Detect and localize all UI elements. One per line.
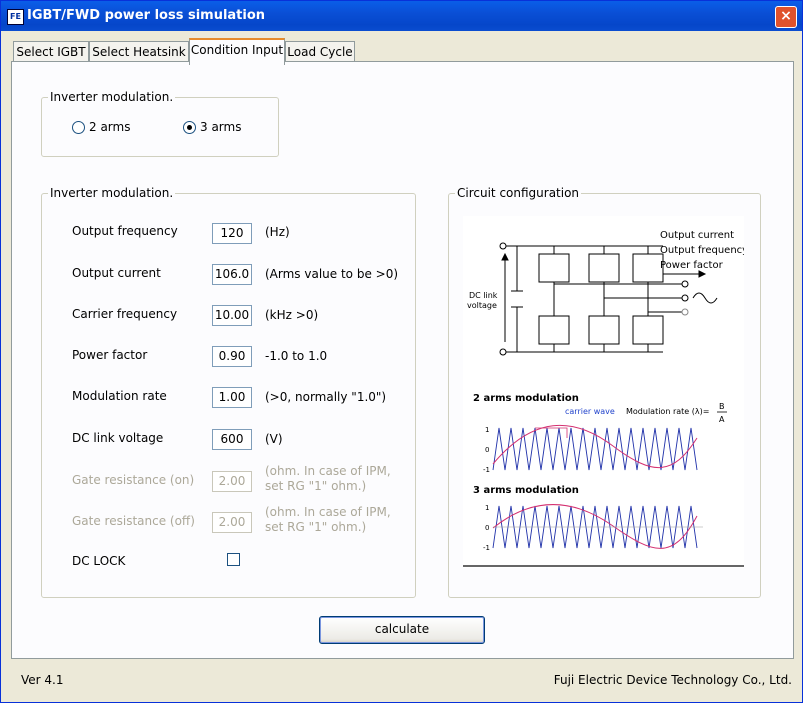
- arms2-tick-m1: -1: [483, 466, 490, 474]
- dc-link-voltage-input[interactable]: 600: [212, 429, 252, 450]
- parameters-groupbox: Inverter modulation. Output frequency 12…: [41, 186, 416, 598]
- dc-link-label: DC link: [469, 291, 498, 300]
- output-current-label: Output current: [72, 266, 161, 280]
- output-frequency-input[interactable]: 120: [212, 223, 252, 244]
- modulation-group-title: Inverter modulation.: [48, 90, 176, 104]
- main-window: FE IGBT/FWD power loss simulation × Sele…: [0, 0, 803, 703]
- circuit-diagram-svg: DC link voltage Output current Output fr…: [463, 230, 748, 567]
- close-button[interactable]: ×: [775, 6, 797, 28]
- output-frequency-label: Output frequency: [72, 224, 178, 238]
- output-current-input[interactable]: 106.0: [212, 264, 252, 285]
- tab-condition-input[interactable]: Condition Input: [189, 38, 285, 65]
- arms2-tick-0: 0: [485, 446, 489, 454]
- radio-2-arms-label[interactable]: 2 arms: [89, 120, 130, 134]
- arms3-tick-m1: -1: [483, 544, 490, 552]
- dc-link-voltage-unit: (V): [265, 432, 283, 446]
- output-frequency-unit: (Hz): [265, 225, 290, 239]
- company-label: Fuji Electric Device Technology Co., Ltd…: [553, 673, 792, 687]
- arms2-clamp-line: [535, 427, 568, 438]
- carrier-frequency-input[interactable]: 10.00: [212, 305, 252, 326]
- dc-lock-label: DC LOCK: [72, 554, 126, 568]
- radio-3-arms[interactable]: [183, 121, 196, 134]
- carrier-wave-label: carrier wave: [565, 407, 615, 416]
- gate-resistance-off-input: 2.00: [212, 512, 252, 533]
- power-factor-diagram-label: Power factor: [660, 260, 724, 271]
- fraction-b: B: [719, 402, 725, 411]
- gate-resistance-on-label: Gate resistance (on): [72, 473, 195, 487]
- power-factor-input[interactable]: 0.90: [212, 346, 252, 367]
- parameters-group-title: Inverter modulation.: [48, 186, 176, 200]
- modulation-rate-label: Modulation rate: [72, 389, 167, 403]
- arms3-title: 3 arms modulation: [473, 485, 579, 496]
- power-factor-label: Power factor: [72, 348, 148, 362]
- circuit-diagram-image: DC link voltage Output current Output fr…: [463, 216, 748, 568]
- tab-select-igbt[interactable]: Select IGBT: [13, 41, 89, 63]
- arms2-tick-1: 1: [485, 426, 489, 434]
- modulation-groupbox: Inverter modulation. 2 arms 3 arms: [41, 90, 279, 157]
- title-bar[interactable]: FE IGBT/FWD power loss simulation ×: [1, 1, 802, 31]
- gate-resistance-off-unit-line2: set RG "1" ohm.): [265, 520, 367, 534]
- voltage-label: voltage: [467, 301, 497, 310]
- gate-resistance-on-unit-line1: (ohm. In case of IPM,: [265, 464, 391, 478]
- carrier-frequency-unit: (kHz >0): [265, 308, 319, 322]
- carrier-frequency-label: Carrier frequency: [72, 307, 178, 321]
- gate-resistance-off-label: Gate resistance (off): [72, 514, 195, 528]
- radio-2-arms[interactable]: [72, 121, 85, 134]
- fraction-a: A: [719, 415, 725, 424]
- calculate-button[interactable]: calculate: [319, 616, 485, 644]
- radio-3-arms-label[interactable]: 3 arms: [200, 120, 241, 134]
- dc-link-voltage-label: DC link voltage: [72, 431, 164, 445]
- arms3-tick-1: 1: [485, 504, 489, 512]
- output-current-diagram-label: Output current: [660, 230, 734, 241]
- output-current-unit: (Arms value to be >0): [265, 267, 399, 281]
- modulation-rate-formula: Modulation rate (λ)=: [626, 407, 709, 416]
- gate-resistance-on-input: 2.00: [212, 471, 252, 492]
- circuit-group-title: Circuit configuration: [455, 186, 582, 200]
- modulation-rate-input[interactable]: 1.00: [212, 387, 252, 408]
- app-icon: FE: [7, 9, 24, 25]
- window-title: IGBT/FWD power loss simulation: [27, 8, 266, 23]
- tab-load-cycle[interactable]: Load Cycle: [285, 41, 355, 63]
- tab-select-heatsink[interactable]: Select Heatsink: [89, 41, 189, 63]
- arms2-title: 2 arms modulation: [473, 393, 579, 404]
- modulation-rate-unit: (>0, normally "1.0"): [265, 390, 387, 404]
- arms3-tick-0: 0: [485, 524, 489, 532]
- dc-lock-checkbox[interactable]: [227, 553, 240, 566]
- gate-resistance-on-unit-line2: set RG "1" ohm.): [265, 479, 367, 493]
- radio-selected-dot: [187, 125, 192, 130]
- version-label: Ver 4.1: [21, 673, 64, 687]
- gate-resistance-off-unit-line1: (ohm. In case of IPM,: [265, 505, 391, 519]
- output-frequency-diagram-label: Output frequency: [660, 245, 744, 256]
- power-factor-unit: -1.0 to 1.0: [265, 349, 328, 363]
